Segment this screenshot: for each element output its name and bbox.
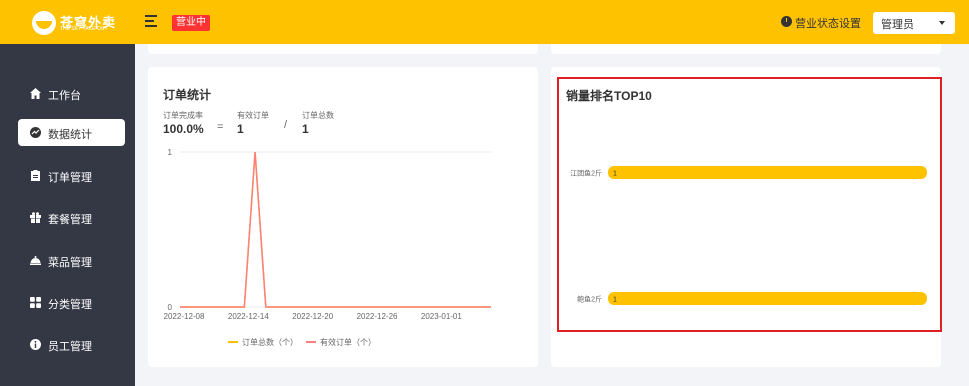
- menu-toggle-icon[interactable]: [145, 13, 161, 29]
- status-setting-button[interactable]: 营业状态设置: [795, 15, 861, 31]
- logo-subtitle: THE SKY TAKE-OUT: [60, 26, 108, 32]
- legend-label: 有效订单（个）: [320, 337, 376, 347]
- divide-sign: /: [284, 119, 288, 131]
- clock-icon[interactable]: [781, 16, 792, 27]
- total-orders-value: 1: [302, 122, 309, 136]
- completion-rate-value: 100.0%: [163, 122, 204, 136]
- valid-orders-label: 有效订单: [237, 111, 269, 120]
- sidebar-item-combos[interactable]: 套餐管理: [18, 204, 125, 231]
- logo-icon: [32, 11, 56, 35]
- previous-card-right: [551, 44, 941, 54]
- sidebar-item-categories[interactable]: 分类管理: [18, 289, 125, 316]
- x-tick-label: 2022-12-20: [292, 312, 333, 321]
- equals-sign: =: [217, 121, 224, 133]
- home-icon: [30, 88, 41, 99]
- info-icon: [30, 339, 41, 350]
- highlight-box: [557, 77, 942, 332]
- logo[interactable]: 苍穹外卖 THE SKY TAKE-OUT: [32, 11, 122, 35]
- x-tick-label: 2023-01-01: [421, 312, 462, 321]
- sidebar-item-label: 订单管理: [48, 172, 92, 184]
- sidebar-item-label: 员工管理: [48, 341, 92, 353]
- sidebar-item-orders[interactable]: 订单管理: [18, 162, 125, 189]
- x-tick-label: 2022-12-08: [164, 312, 205, 321]
- x-tick-label: 2022-12-14: [228, 312, 269, 321]
- gift-icon: [30, 212, 41, 223]
- clipboard-icon: [31, 170, 40, 181]
- completion-rate-label: 订单完成率: [163, 111, 203, 120]
- y-tick-label: 0: [168, 303, 173, 312]
- total-orders-label: 订单总数: [302, 111, 334, 120]
- sidebar: 工作台 数据统计 订单管理 套餐管理 菜品管理 分类管理 员工管理: [0, 44, 135, 386]
- admin-label: 管理员: [881, 19, 914, 31]
- sidebar-item-label: 工作台: [48, 90, 81, 102]
- status-badge: 营业中: [172, 15, 210, 31]
- x-tick-label: 2022-12-26: [357, 312, 398, 321]
- sidebar-item-workbench[interactable]: 工作台: [18, 80, 125, 107]
- chart-icon: [30, 127, 41, 138]
- sidebar-item-label: 菜品管理: [48, 257, 92, 269]
- sidebar-item-label: 分类管理: [48, 299, 92, 311]
- series-line: [180, 151, 491, 308]
- sidebar-item-dishes[interactable]: 菜品管理: [18, 247, 125, 274]
- order-line-chart: 0 1 2022-12-08 2022-12-14 2022-12-20 2022-12-…: [164, 148, 491, 347]
- sidebar-item-label: 套餐管理: [48, 214, 92, 226]
- valid-orders-value: 1: [237, 122, 244, 136]
- previous-card-left: [148, 44, 538, 54]
- sidebar-item-statistics[interactable]: 数据统计: [18, 119, 125, 146]
- admin-dropdown[interactable]: 管理员: [873, 12, 955, 34]
- dish-icon: [30, 256, 41, 265]
- sidebar-item-label: 数据统计: [48, 129, 92, 141]
- sidebar-item-employees[interactable]: 员工管理: [18, 331, 125, 358]
- y-tick-label: 1: [168, 148, 173, 157]
- series-line: [180, 151, 491, 308]
- grid-icon: [30, 297, 41, 308]
- order-stats-title: 订单统计: [163, 88, 212, 102]
- top-bar: 苍穹外卖 THE SKY TAKE-OUT 营业中 营业状态设置 管理员: [0, 0, 969, 44]
- legend-label: 订单总数（个）: [242, 337, 298, 347]
- caret-down-icon: [939, 21, 945, 25]
